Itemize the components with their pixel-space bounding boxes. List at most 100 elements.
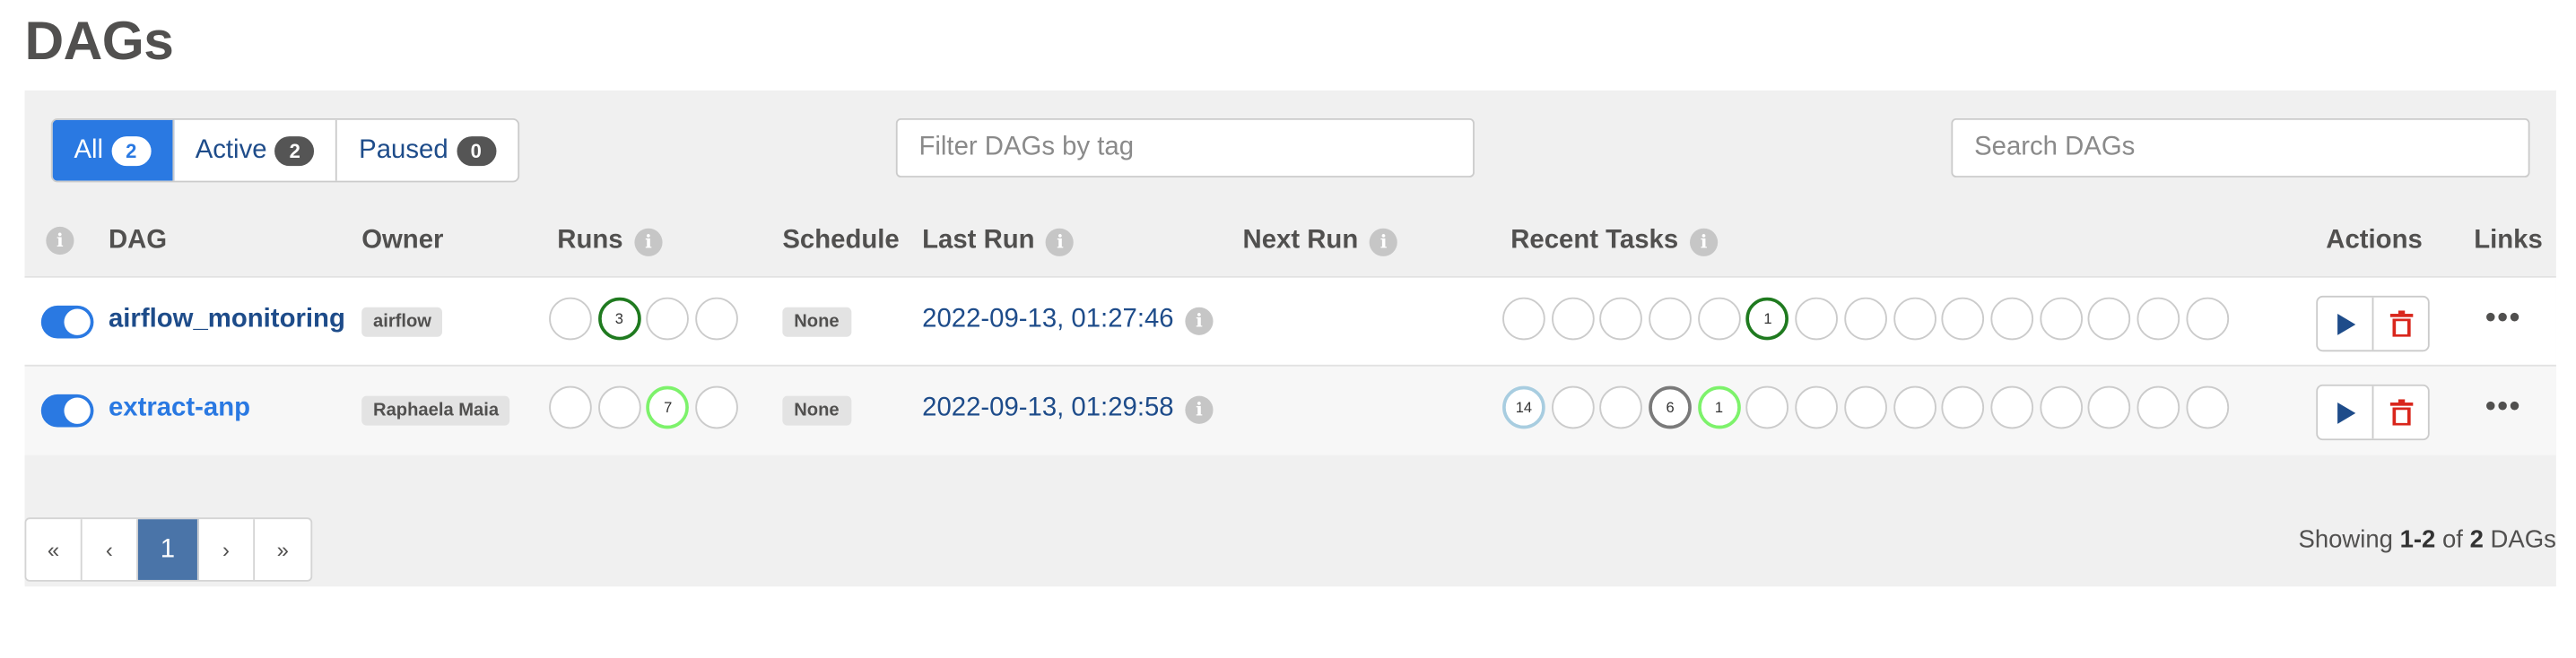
task-status-circle[interactable] — [1502, 297, 1545, 341]
runs-circles: 3 — [549, 297, 744, 341]
status-tab-active[interactable]: Active 2 — [174, 119, 338, 181]
task-status-circle[interactable] — [1990, 385, 2033, 429]
header-next-run: Next Run i — [1243, 227, 1398, 256]
header-owner[interactable]: Owner — [361, 227, 443, 256]
recent-tasks-circles: 1 — [1502, 297, 2234, 341]
pause-toggle[interactable] — [40, 394, 94, 428]
delete-dag-button[interactable] — [2373, 298, 2427, 351]
more-dots-icon[interactable]: ••• — [2485, 300, 2521, 334]
header-dag[interactable]: DAG — [109, 227, 167, 256]
task-status-circle[interactable] — [2137, 297, 2180, 341]
info-icon[interactable]: i — [1370, 227, 1398, 255]
status-tab-all[interactable]: All 2 — [52, 119, 174, 181]
task-status-circle[interactable]: 6 — [1649, 385, 1692, 429]
run-status-circle[interactable]: 3 — [597, 297, 641, 341]
tag-filter-input[interactable] — [895, 117, 1475, 177]
run-status-circle[interactable] — [549, 297, 592, 341]
runs-circles: 7 — [549, 385, 744, 429]
run-status-circle[interactable] — [695, 297, 738, 341]
page-first-button[interactable]: « — [26, 519, 83, 580]
status-filter-group: All 2 Active 2 Paused 0 — [50, 117, 519, 183]
task-status-circle[interactable] — [2185, 297, 2229, 341]
schedule-label: None — [782, 395, 851, 426]
page-title: DAGs — [24, 9, 174, 71]
pause-toggle[interactable] — [40, 305, 94, 339]
pagination: « ‹ 1 › » — [24, 517, 313, 582]
task-status-circle[interactable] — [1746, 385, 1789, 429]
last-run-link[interactable]: 2022-09-13, 01:27:46 — [922, 306, 1173, 335]
task-status-circle[interactable] — [2137, 385, 2180, 429]
dags-panel: All 2 Active 2 Paused 0 i DAG Owner Runs… — [24, 90, 2556, 587]
info-icon[interactable]: i — [1046, 227, 1075, 255]
info-icon[interactable]: i — [46, 226, 74, 255]
page-last-button[interactable]: » — [255, 519, 310, 580]
play-icon — [2337, 402, 2355, 423]
status-tab-paused[interactable]: Paused 0 — [337, 120, 517, 181]
delete-dag-button[interactable] — [2373, 386, 2427, 439]
task-status-circle[interactable] — [1599, 297, 1643, 341]
task-status-circle[interactable] — [1941, 297, 1985, 341]
run-status-circle[interactable] — [549, 385, 592, 429]
header-links: Links — [2474, 226, 2543, 255]
task-status-circle[interactable] — [1795, 385, 1839, 429]
play-icon — [2337, 313, 2355, 334]
header-last-run: Last Run i — [922, 227, 1075, 256]
search-dags-input[interactable] — [1951, 117, 2530, 177]
run-status-circle[interactable] — [597, 385, 641, 429]
task-status-circle[interactable] — [1941, 385, 1985, 429]
trigger-dag-button[interactable] — [2318, 297, 2374, 351]
task-status-circle[interactable] — [2087, 385, 2131, 429]
run-status-circle[interactable] — [646, 297, 690, 341]
task-status-circle[interactable]: 14 — [1502, 385, 1545, 429]
task-status-circle[interactable] — [1843, 385, 1887, 429]
info-icon[interactable]: i — [1689, 227, 1719, 255]
last-run-link[interactable]: 2022-09-13, 01:29:58 — [922, 394, 1173, 424]
task-status-circle[interactable] — [2185, 385, 2229, 429]
task-status-circle[interactable] — [2087, 297, 2131, 341]
trash-icon — [2389, 399, 2413, 426]
run-status-circle[interactable] — [695, 385, 738, 429]
dag-actions — [2316, 295, 2430, 352]
status-tab-label: All — [74, 135, 104, 164]
task-status-circle[interactable] — [1599, 385, 1643, 429]
task-status-circle[interactable]: 1 — [1697, 385, 1741, 429]
info-icon[interactable]: i — [634, 227, 663, 255]
status-tab-label: Active — [195, 135, 267, 164]
task-status-circle[interactable]: 1 — [1746, 297, 1789, 341]
task-status-circle[interactable] — [1697, 297, 1741, 341]
header-schedule: Schedule — [782, 226, 900, 255]
page-current-button[interactable]: 1 — [137, 519, 199, 580]
info-icon[interactable]: i — [1185, 394, 1214, 423]
task-status-circle[interactable] — [2039, 385, 2083, 429]
task-status-circle[interactable] — [1795, 297, 1839, 341]
page-prev-button[interactable]: ‹ — [83, 519, 138, 580]
trash-icon — [2389, 310, 2413, 337]
task-status-circle[interactable] — [1893, 297, 1936, 341]
task-status-circle[interactable] — [1551, 385, 1595, 429]
table-header: i DAG Owner Runs i Schedule Last Run i Nex… — [24, 219, 2555, 278]
task-status-circle[interactable] — [1893, 385, 1936, 429]
table-row: extract-anp Raphaela Maia 7 None 2022-09… — [24, 364, 2556, 455]
table-row: airflow_monitoring airflow 3 None 2022-0… — [24, 275, 2556, 367]
more-dots-icon[interactable]: ••• — [2485, 389, 2521, 423]
task-status-circle[interactable] — [1551, 297, 1595, 341]
last-run-cell: 2022-09-13, 01:29:58 i — [922, 394, 1214, 424]
task-status-circle[interactable] — [2039, 297, 2083, 341]
schedule-label: None — [782, 307, 851, 337]
header-runs: Runs i — [557, 227, 663, 256]
dag-link[interactable]: extract-anp — [109, 394, 250, 424]
task-status-circle[interactable] — [1843, 297, 1887, 341]
run-status-circle[interactable]: 7 — [646, 385, 690, 429]
last-run-cell: 2022-09-13, 01:27:46 i — [922, 306, 1214, 335]
status-tab-label: Paused — [359, 135, 448, 164]
info-icon[interactable]: i — [1185, 306, 1214, 334]
page-next-button[interactable]: › — [199, 519, 256, 580]
task-status-circle[interactable] — [1990, 297, 2033, 341]
dag-link[interactable]: airflow_monitoring — [109, 306, 345, 335]
header-actions: Actions — [2326, 226, 2423, 255]
showing-summary: Showing 1-2 of 2 DAGs — [2298, 525, 2556, 554]
status-count-badge: 0 — [456, 135, 496, 166]
status-count-badge: 2 — [274, 135, 315, 166]
trigger-dag-button[interactable] — [2318, 385, 2374, 439]
task-status-circle[interactable] — [1649, 297, 1692, 341]
